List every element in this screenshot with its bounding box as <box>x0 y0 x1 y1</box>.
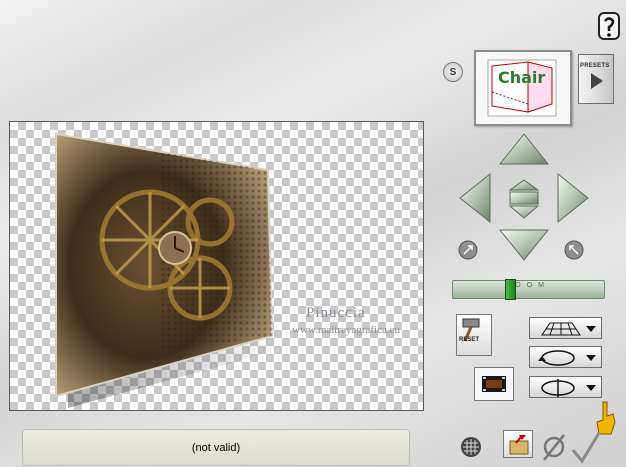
status-bar: (not valid) <box>22 429 410 466</box>
watermark-url: www.maitreyagrafica.eu <box>292 324 401 336</box>
chevron-down-icon <box>586 326 596 332</box>
chevron-down-icon <box>586 355 596 361</box>
grid-icon[interactable] <box>460 436 482 458</box>
navigation-pad <box>458 133 589 261</box>
rotate-dropdown[interactable] <box>529 346 602 368</box>
chair-preset-preview <box>487 59 557 117</box>
presets-button[interactable] <box>578 54 614 104</box>
preset-label: Chair <box>498 68 546 87</box>
watermark-name: Pinuccia <box>306 305 366 321</box>
arrow-down-icon[interactable] <box>498 229 550 261</box>
reset-button[interactable] <box>456 314 492 356</box>
help-question-icon[interactable] <box>598 12 620 40</box>
arrow-left-icon[interactable] <box>459 172 491 224</box>
perspective-grid-icon <box>541 322 596 336</box>
s-button[interactable]: S <box>443 62 463 82</box>
zoom-slider-thumb[interactable] <box>504 279 516 300</box>
preview-canvas[interactable]: Pinuccia www.maitreyagrafica.eu <box>9 121 424 411</box>
arrow-right-icon[interactable] <box>557 172 589 224</box>
checkmark-icon[interactable] <box>570 430 602 464</box>
chevron-down-icon <box>586 385 596 391</box>
arrow-up-icon[interactable] <box>498 133 550 165</box>
perspective-grid-dropdown[interactable] <box>529 317 602 339</box>
filter-dialog: S Chair PRESETS Pinuccia www.maitreyagra… <box>0 0 626 467</box>
flip-axis-icon <box>541 379 596 397</box>
open-folder-button[interactable] <box>503 430 533 458</box>
distorted-image <box>55 132 286 408</box>
move-down-small-icon[interactable] <box>508 205 540 219</box>
film-strip-icon <box>482 376 506 392</box>
reset-label: RESET <box>459 337 480 343</box>
cancel-icon[interactable] <box>540 432 568 462</box>
move-up-small-icon[interactable] <box>508 179 540 191</box>
rotate-ellipse-icon <box>538 350 596 366</box>
film-strip-button[interactable] <box>474 367 514 401</box>
center-icon[interactable] <box>509 191 539 205</box>
preset-thumbnail[interactable]: Chair <box>474 50 572 126</box>
folder-open-icon <box>509 435 529 455</box>
zoom-label: ZOOM <box>505 282 550 289</box>
rotate-left-icon[interactable] <box>458 240 478 260</box>
presets-label: PRESETS <box>580 63 610 69</box>
flip-dropdown[interactable] <box>529 376 602 398</box>
rotate-right-icon[interactable] <box>564 240 584 260</box>
